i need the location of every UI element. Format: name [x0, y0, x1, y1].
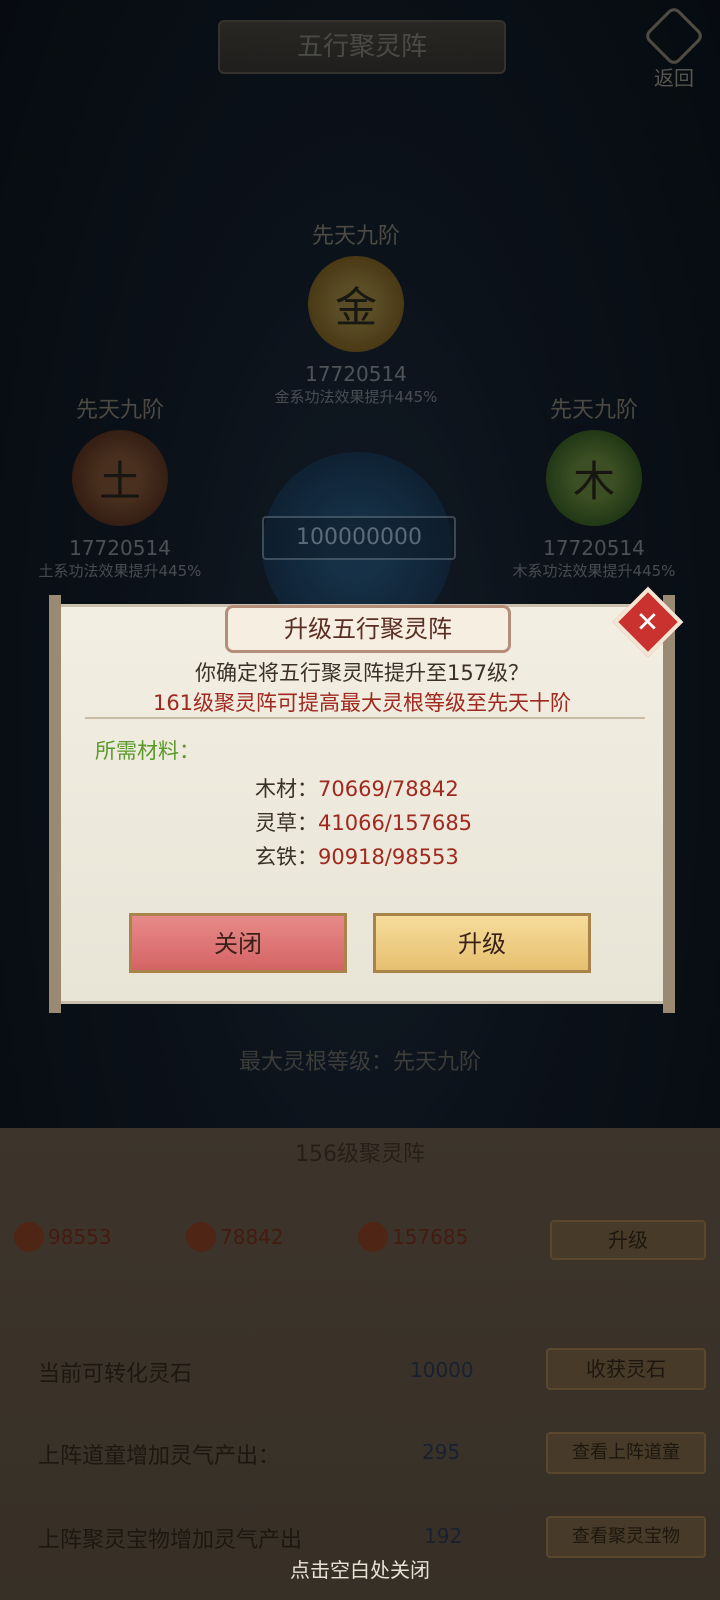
upgrade-dialog: 升级五行聚灵阵 ✕ 你确定将五行聚灵阵提升至157级？ 161级聚灵阵可提高最大…	[49, 586, 684, 1013]
material-row: 玄铁：90918/98553	[255, 841, 459, 871]
close-icon: ✕	[636, 605, 660, 639]
material-row: 木材：70669/78842	[255, 773, 459, 803]
confirm-text: 你确定将五行聚灵阵提升至157级？	[194, 661, 530, 685]
material-name: 木材：	[255, 777, 318, 801]
dialog-upgrade-button[interactable]: 升级	[373, 913, 591, 973]
material-name: 灵草：	[255, 811, 318, 835]
material-amount: 90918/98553	[318, 845, 459, 869]
tap-blank-to-close-hint: 点击空白处关闭	[290, 1558, 430, 1582]
divider	[85, 717, 645, 719]
material-name: 玄铁：	[255, 845, 318, 869]
material-row: 灵草：41066/157685	[255, 807, 472, 837]
material-amount: 70669/78842	[318, 777, 459, 801]
dialog-title: 升级五行聚灵阵	[225, 605, 511, 653]
materials-heading: 所需材料：	[95, 739, 200, 763]
dialog-cancel-button[interactable]: 关闭	[129, 913, 347, 973]
material-amount: 41066/157685	[318, 811, 473, 835]
notice-text: 161级聚灵阵可提高最大灵根等级至先天十阶	[152, 691, 572, 715]
